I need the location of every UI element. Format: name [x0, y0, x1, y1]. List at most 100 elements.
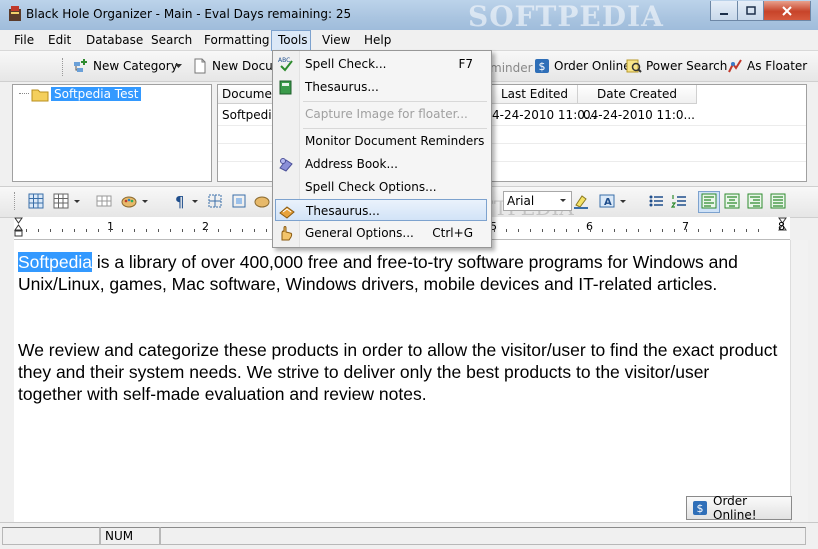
align-right-icon[interactable] — [747, 193, 763, 209]
dropdown-arrow-icon[interactable] — [192, 200, 198, 204]
align-center-icon[interactable] — [724, 193, 740, 209]
vertical-scrollbar[interactable] — [790, 240, 808, 522]
column-header-last-edited[interactable]: Last Edited — [492, 85, 578, 104]
menu-item-label: Thesaurus... — [305, 80, 379, 94]
new-category-label: New Category — [93, 59, 178, 73]
menu-file[interactable]: File — [14, 33, 34, 47]
selected-text[interactable]: Softpedia — [18, 252, 92, 272]
ruler-tick — [518, 229, 519, 232]
font-color-icon[interactable]: A — [599, 193, 615, 209]
menu-edit[interactable]: Edit — [48, 33, 71, 47]
menu-item-label: Monitor Document Reminders — [305, 134, 485, 148]
dropdown-arrow-icon[interactable] — [620, 200, 626, 204]
menu-help[interactable]: Help — [364, 33, 391, 47]
paragraph-1-text: is a library of over 400,000 free and fr… — [18, 252, 738, 294]
svg-text:¶: ¶ — [175, 193, 185, 209]
cells-icon[interactable] — [96, 193, 112, 209]
table-icon[interactable] — [28, 193, 44, 209]
category-tree[interactable]: Softpedia Test — [12, 84, 212, 182]
minimize-icon — [720, 12, 728, 15]
app-icon — [9, 6, 21, 21]
order-online-floater-label: Order Online! — [713, 494, 757, 522]
ruler-tick — [26, 229, 27, 232]
ruler-tick — [554, 229, 555, 232]
ruler-tick — [74, 229, 75, 232]
document-editor[interactable]: Softpedia is a library of over 400,000 f… — [14, 240, 790, 522]
toolbar-grip — [62, 58, 65, 76]
order-online-label: Order Online — [554, 59, 631, 73]
menu-item-general-options[interactable]: General Options... Ctrl+G — [275, 222, 487, 244]
options-hand-icon — [281, 226, 293, 241]
font-dropdown-icon[interactable] — [560, 199, 566, 203]
menu-database[interactable]: Database — [86, 33, 143, 47]
menu-item-label: Spell Check... — [305, 57, 387, 71]
order-online-floater-button[interactable]: $ Order Online! — [686, 494, 792, 522]
highlight-icon[interactable] — [573, 193, 589, 209]
ruler-tick — [494, 229, 495, 232]
numbered-list-icon[interactable] — [671, 193, 687, 209]
ruler-tick — [230, 229, 231, 232]
power-search-icon — [626, 59, 642, 73]
menu-item-address-book[interactable]: Address Book... — [275, 153, 487, 175]
spellcheck-icon: ABC — [278, 57, 293, 72]
ruler-tick — [602, 229, 603, 232]
menu-item-spell-check-options[interactable]: Spell Check Options... — [275, 176, 487, 198]
maximize-button[interactable] — [737, 1, 764, 21]
minimize-button[interactable] — [710, 1, 738, 21]
ruler-tick — [710, 229, 711, 232]
dropdown-arrow-icon[interactable] — [74, 200, 80, 204]
ruler-tick — [734, 229, 735, 232]
dropdown-arrow-icon[interactable] — [142, 200, 148, 204]
align-left-icon — [701, 193, 717, 209]
new-category-button[interactable]: New Category — [73, 58, 178, 74]
ruler-tick — [578, 229, 579, 232]
ruler-tick — [650, 229, 651, 232]
as-floater-button[interactable]: As Floater — [727, 58, 807, 74]
bullet-list-icon[interactable] — [648, 193, 664, 209]
column-header-document[interactable]: Docume — [218, 85, 279, 104]
doc-row-name[interactable]: Softpedia — [222, 108, 279, 122]
power-search-button[interactable]: Power Search — [626, 58, 727, 74]
grid-icon[interactable] — [231, 193, 247, 209]
menu-search[interactable]: Search — [151, 33, 192, 47]
tree-item-softpedia-test[interactable]: Softpedia Test — [51, 87, 142, 101]
power-search-label: Power Search — [646, 59, 728, 73]
status-bar: NUM — [0, 522, 818, 549]
ruler-tick — [134, 229, 135, 232]
justify-icon[interactable] — [770, 193, 786, 209]
folder-icon — [31, 89, 49, 102]
doc-row-last-edited: 4-24-2010 11:0... — [492, 108, 597, 122]
order-online-icon: $ — [535, 59, 549, 73]
ruler-tick — [146, 229, 147, 232]
table-props-icon[interactable] — [53, 193, 69, 209]
order-online-button[interactable]: $ Order Online — [534, 58, 631, 74]
menu-view[interactable]: View — [322, 33, 350, 47]
ruler-tick — [506, 229, 507, 232]
ruler-tick — [122, 229, 123, 232]
color-palette-icon[interactable] — [121, 193, 137, 209]
ruler-tick — [614, 229, 615, 232]
ruler-tick — [182, 229, 183, 232]
menu-item-label: Thesaurus... — [306, 204, 380, 218]
menu-item-thesaurus-2[interactable]: Thesaurus... — [275, 199, 487, 221]
close-button[interactable] — [763, 1, 811, 21]
borders-icon[interactable] — [207, 193, 223, 209]
as-floater-label: As Floater — [747, 59, 808, 73]
image-icon[interactable] — [254, 193, 270, 209]
book-icon — [279, 80, 292, 95]
menu-item-monitor-reminders[interactable]: Monitor Document Reminders — [275, 130, 487, 152]
column-header-date-created[interactable]: Date Created — [578, 85, 697, 104]
menu-item-spell-check[interactable]: ABC Spell Check... F7 — [275, 53, 487, 75]
menu-tools[interactable]: Tools — [278, 33, 308, 47]
menu-formatting[interactable]: Formatting — [204, 33, 270, 47]
menu-item-thesaurus[interactable]: Thesaurus... — [275, 76, 487, 98]
new-category-dropdown-icon[interactable] — [175, 64, 183, 70]
paragraph-icon[interactable]: ¶ — [172, 193, 188, 209]
svg-text:A: A — [604, 197, 612, 208]
ruler-tick — [674, 229, 675, 232]
ruler-tick — [62, 229, 63, 232]
reminder-label[interactable]: minder — [490, 61, 533, 75]
ruler-tick — [266, 229, 267, 232]
title-bar[interactable]: Black Hole Organizer - Main - Eval Days … — [0, 0, 818, 33]
left-indent-marker-icon[interactable] — [14, 217, 24, 239]
